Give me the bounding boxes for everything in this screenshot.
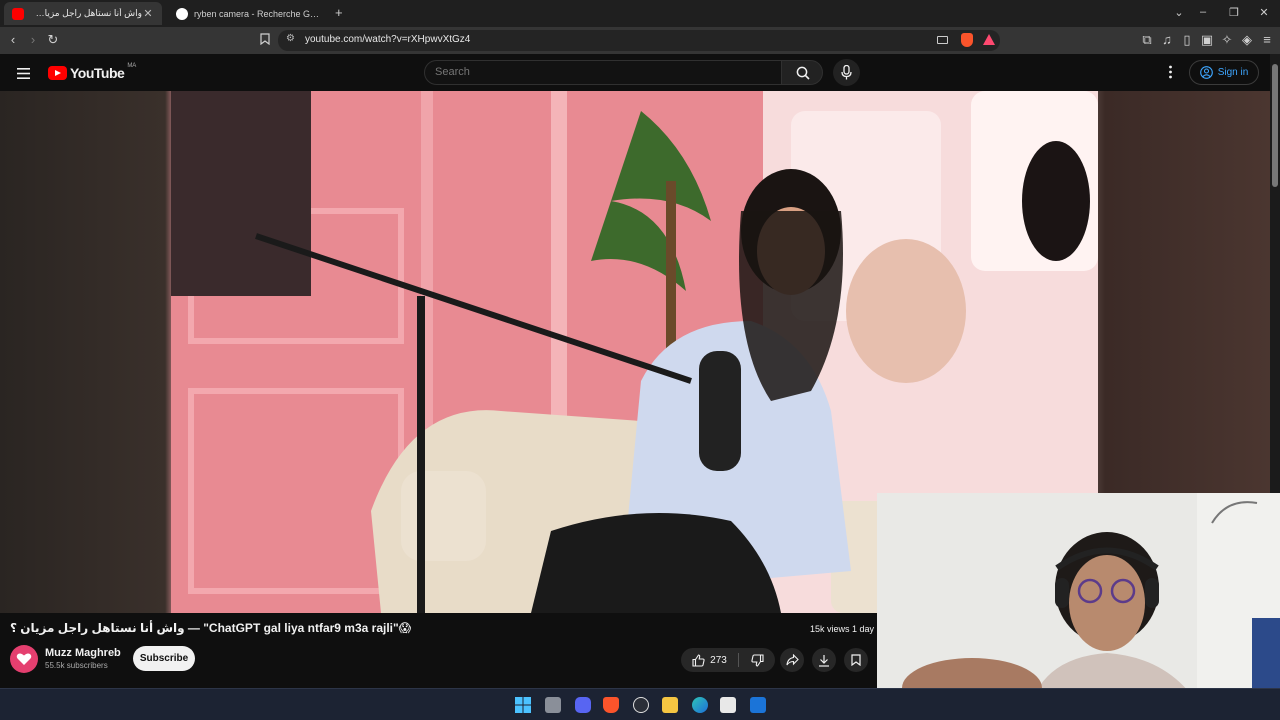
minimize-icon[interactable]: –: [1196, 6, 1210, 18]
search-box[interactable]: [424, 60, 782, 85]
like-dislike-group: 273: [681, 648, 775, 672]
extensions-icon[interactable]: ⧉: [1140, 33, 1154, 47]
subscriber-count: 55.5k subscribers: [45, 661, 108, 670]
microsoft-store-icon[interactable]: [720, 697, 736, 713]
chatgpt-icon[interactable]: [633, 697, 649, 713]
edge-icon[interactable]: [692, 697, 708, 713]
site-info-icon[interactable]: ⚙: [286, 33, 295, 44]
youtube-logo[interactable]: YouTube MA: [48, 63, 137, 81]
tab-title: واش أنا نستاهل راجل مزيان ؟ — ": [30, 8, 142, 18]
brave-rewards-icon[interactable]: [983, 34, 995, 45]
download-button[interactable]: [812, 648, 836, 672]
webcam-overlay: [877, 493, 1280, 720]
search-button[interactable]: [781, 60, 823, 85]
outlook-icon[interactable]: [750, 697, 766, 713]
heart-logo-icon: [16, 653, 32, 665]
channel-name[interactable]: Muzz Maghreb: [45, 647, 121, 659]
tab-google-search[interactable]: ryben camera - Recherche Google: [168, 2, 328, 25]
close-tab-icon[interactable]: ✕: [142, 7, 154, 20]
windows-taskbar: [0, 688, 1280, 720]
discord-icon[interactable]: [575, 697, 591, 713]
youtube-play-icon: [48, 66, 67, 80]
new-tab-button[interactable]: +: [335, 5, 343, 20]
cast-icon[interactable]: [937, 36, 948, 44]
search-input[interactable]: [435, 66, 765, 78]
google-favicon-icon: [176, 7, 188, 20]
channel-avatar[interactable]: [10, 645, 38, 673]
forward-icon[interactable]: ›: [26, 33, 40, 47]
restore-icon[interactable]: ❐: [1227, 6, 1241, 19]
task-view-icon[interactable]: [545, 697, 561, 713]
video-title: واش أنا نستاهل راجل مزيان ؟ — "ChatGPT g…: [10, 621, 412, 635]
sidebar-icon[interactable]: ▯: [1180, 33, 1194, 47]
url-field[interactable]: ⚙ youtube.com/watch?v=rXHpwvXtGz4: [278, 30, 1000, 51]
youtube-header: YouTube MA Sign in: [0, 54, 1280, 91]
share-icon: [785, 654, 799, 666]
tab-youtube-video[interactable]: واش أنا نستاهل راجل مزيان ؟ — " ✕: [4, 2, 162, 25]
address-bar-row: ‹ › ↻ ⚙ youtube.com/watch?v=rXHpwvXtGz4 …: [0, 27, 1280, 54]
brave-shields-icon[interactable]: [961, 33, 973, 47]
wallet-icon[interactable]: ▣: [1200, 33, 1214, 47]
sign-in-button[interactable]: Sign in: [1189, 60, 1259, 85]
hamburger-menu-icon[interactable]: [17, 66, 30, 79]
search-icon: [796, 66, 810, 80]
file-explorer-icon[interactable]: [662, 697, 678, 713]
tab-search-icon[interactable]: ⌄: [1172, 6, 1186, 19]
thumbs-down-icon: [750, 653, 764, 667]
share-button[interactable]: [780, 648, 804, 672]
country-code: MA: [127, 63, 137, 69]
leo-ai-icon[interactable]: ✧: [1220, 33, 1234, 47]
like-button[interactable]: 273: [681, 648, 738, 672]
url-text: youtube.com/watch?v=rXHpwvXtGz4: [305, 34, 471, 45]
save-bookmark-icon: [851, 654, 861, 666]
windows-start-icon[interactable]: [515, 697, 531, 713]
sign-in-label: Sign in: [1217, 67, 1249, 78]
youtube-favicon-icon: [12, 7, 24, 20]
save-button[interactable]: [844, 648, 868, 672]
bookmark-icon[interactable]: [258, 33, 272, 47]
vpn-icon[interactable]: ◈: [1240, 33, 1254, 47]
brave-icon[interactable]: [603, 697, 619, 713]
more-options-icon[interactable]: [1168, 65, 1173, 79]
like-count: 273: [710, 654, 727, 666]
webcam-feed-image: [877, 493, 1280, 720]
scrollbar-thumb[interactable]: [1272, 64, 1278, 187]
thumbs-up-icon: [692, 653, 705, 667]
subscribe-button[interactable]: Subscribe: [133, 646, 195, 671]
dislike-button[interactable]: [739, 648, 775, 672]
microphone-icon: [841, 65, 852, 80]
tab-title: ryben camera - Recherche Google: [194, 8, 320, 19]
menu-icon[interactable]: ≡: [1260, 33, 1274, 47]
download-icon: [819, 654, 829, 667]
account-icon: [1199, 66, 1213, 79]
youtube-wordmark: YouTube: [70, 65, 125, 81]
voice-search-button[interactable]: [833, 59, 860, 86]
browser-tab-bar: واش أنا نستاهل راجل مزيان ؟ — " ✕ ryben …: [0, 0, 1280, 27]
media-icon[interactable]: ♫: [1160, 33, 1174, 47]
view-count: 15k views 1 day: [810, 624, 875, 634]
close-window-icon[interactable]: ✕: [1257, 6, 1271, 19]
back-icon[interactable]: ‹: [6, 33, 20, 47]
reload-icon[interactable]: ↻: [46, 33, 60, 47]
